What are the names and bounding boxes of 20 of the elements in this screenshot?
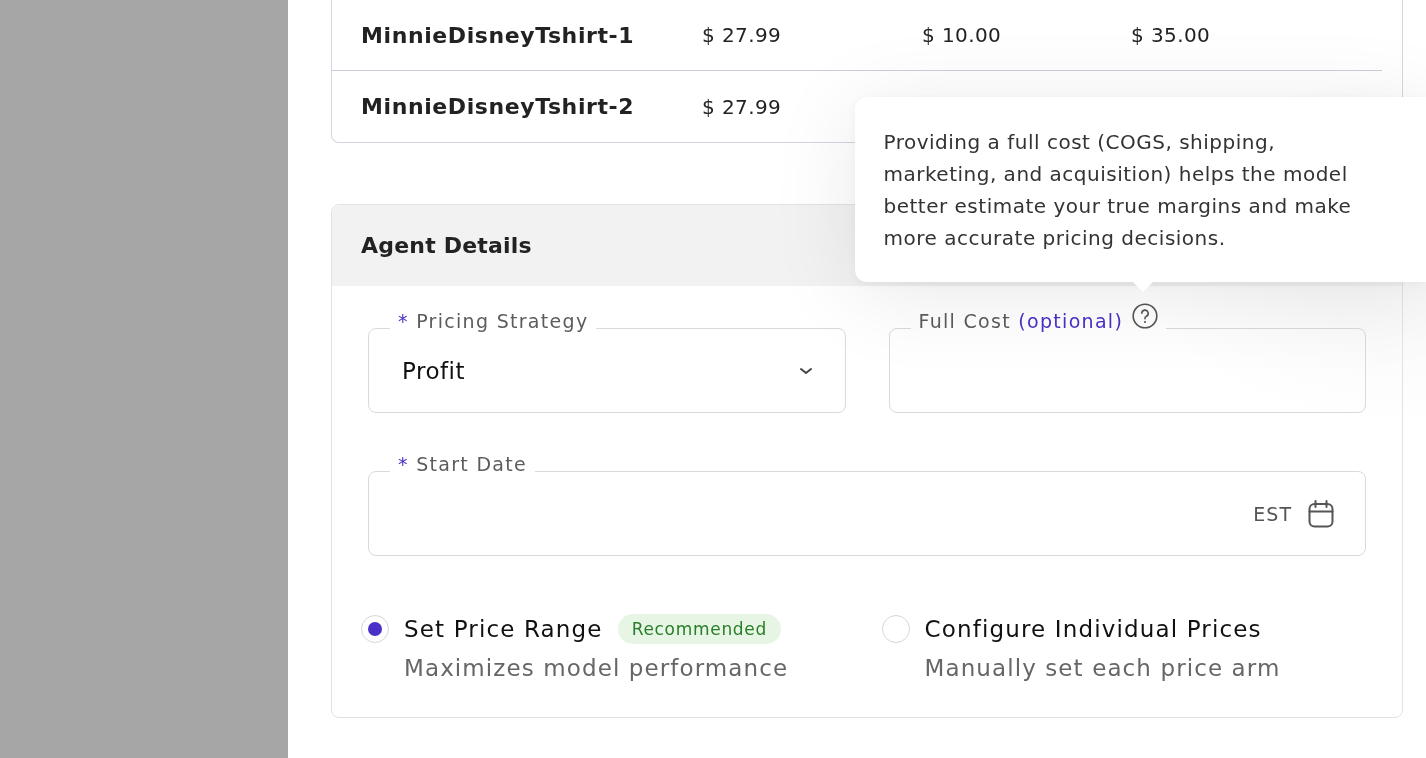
option-description: Manually set each price arm <box>924 654 1281 683</box>
radio-button[interactable] <box>361 615 389 643</box>
radio-button[interactable] <box>881 615 910 643</box>
field-label: Full Cost (optional) <box>918 310 1124 332</box>
option-label: Configure Individual Prices <box>924 616 1262 642</box>
price-value: $ 27.99 <box>702 23 783 47</box>
calendar-icon[interactable] <box>1308 499 1334 528</box>
product-name: MinnieDisneyTshirt-1 <box>361 22 636 48</box>
timezone-suffix: EST <box>1253 502 1292 525</box>
recommended-tag: Recommended <box>617 614 781 644</box>
price-value: $ 35.00 <box>1131 23 1212 47</box>
section-title: Agent Details <box>361 233 532 258</box>
help-icon[interactable] <box>1132 303 1159 329</box>
option-description: Maximizes model performance <box>404 654 789 683</box>
price-value: $ 10.00 <box>922 23 1003 47</box>
price-value: $ 27.99 <box>702 94 783 119</box>
tooltip-text: Providing a full cost (COGS, shipping, marketing, and acquisition) helps the model better estimate your true margins and make more accurate pricing decisions. <box>883 129 1353 252</box>
date-field[interactable]: EST <box>368 471 1366 556</box>
option-label: Set Price Range <box>404 616 603 642</box>
product-name: MinnieDisneyTshirt-2 <box>361 94 636 119</box>
